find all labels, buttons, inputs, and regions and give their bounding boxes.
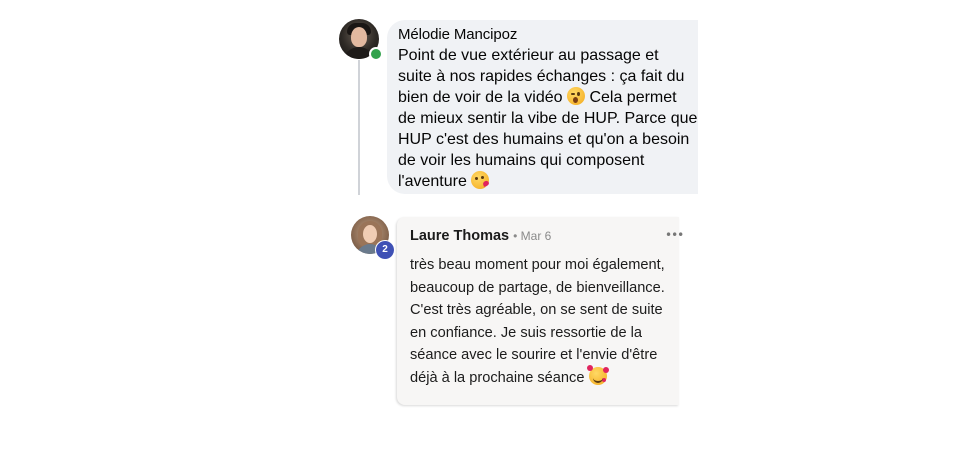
- smiling-face-with-hearts-emoji-icon: [586, 364, 607, 385]
- thread-connector-line: [358, 60, 360, 195]
- comment-author-name[interactable]: Mélodie Mancipoz: [398, 26, 698, 44]
- avatar-level-badge: 2: [375, 240, 395, 260]
- comment-thread: Mélodie Mancipoz Point de vue extérieur …: [0, 0, 960, 450]
- reply-date: • Mar 6: [513, 229, 552, 243]
- avatar-face: [351, 27, 367, 47]
- reply-author-name[interactable]: Laure Thomas: [410, 228, 509, 244]
- avatar-face: [363, 225, 377, 243]
- reply-bubble: Laure Thomas • Mar 6 ••• très beau momen…: [397, 217, 684, 405]
- winking-face-emoji-icon: [567, 87, 585, 106]
- online-status-indicator: [369, 47, 383, 61]
- reply-header: Laure Thomas • Mar 6: [410, 228, 679, 248]
- comment-text: Point de vue extérieur au passage et sui…: [398, 46, 698, 193]
- reply-text-body: très beau moment pour moi également, bea…: [410, 257, 665, 386]
- face-blowing-kiss-emoji-icon: [471, 171, 490, 190]
- comment-bubble: Mélodie Mancipoz Point de vue extérieur …: [387, 20, 698, 194]
- reply-text: très beau moment pour moi également, bea…: [410, 254, 680, 390]
- more-options-icon[interactable]: •••: [665, 229, 684, 241]
